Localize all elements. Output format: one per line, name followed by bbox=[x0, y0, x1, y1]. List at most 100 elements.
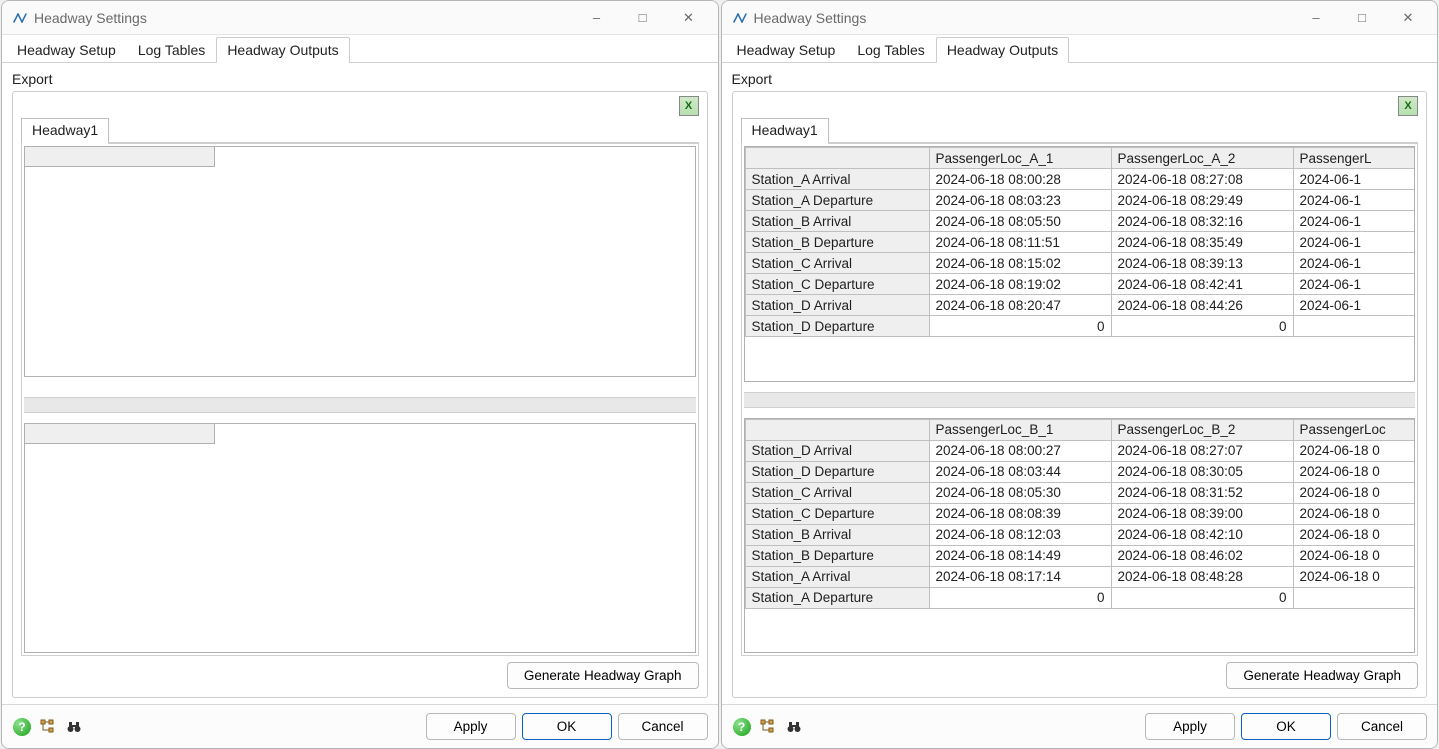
table-row[interactable]: Station_C Arrival2024-06-18 08:05:302024… bbox=[745, 482, 1415, 503]
footer: ? Apply OK Cancel bbox=[722, 704, 1438, 748]
row-header: Station_D Arrival bbox=[745, 440, 929, 461]
close-button[interactable]: ✕ bbox=[666, 2, 712, 34]
tree-icon[interactable] bbox=[38, 717, 58, 737]
empty-grid-bottom[interactable] bbox=[24, 423, 696, 654]
close-button[interactable]: ✕ bbox=[1385, 2, 1431, 34]
column-header[interactable]: PassengerLoc_A_2 bbox=[1111, 148, 1293, 169]
empty-header-cell bbox=[25, 147, 215, 167]
window-1: Headway Settings – □ ✕Headway SetupLog T… bbox=[721, 0, 1439, 749]
cell: 2024-06-18 08:27:07 bbox=[1111, 440, 1293, 461]
tab-log-tables[interactable]: Log Tables bbox=[846, 37, 935, 62]
cell: 2024-06-18 08:12:03 bbox=[929, 524, 1111, 545]
apply-button[interactable]: Apply bbox=[1145, 713, 1235, 740]
cancel-button[interactable]: Cancel bbox=[618, 713, 708, 740]
table-row[interactable]: Station_B Arrival2024-06-18 08:05:502024… bbox=[745, 211, 1415, 232]
cell: 2024-06-18 08:08:39 bbox=[929, 503, 1111, 524]
sub-tab-headway1[interactable]: Headway1 bbox=[21, 118, 109, 142]
generate-row: Generate Headway Graph bbox=[741, 656, 1419, 689]
generate-row: Generate Headway Graph bbox=[21, 656, 699, 689]
row-header: Station_B Arrival bbox=[745, 524, 929, 545]
help-icon[interactable]: ? bbox=[12, 717, 32, 737]
column-header[interactable]: PassengerLoc bbox=[1293, 419, 1415, 440]
table-scroll-1[interactable]: PassengerLoc_B_1PassengerLoc_B_2Passenge… bbox=[744, 418, 1416, 654]
tabstrip: Headway SetupLog TablesHeadway Outputs bbox=[2, 35, 718, 63]
maximize-button[interactable]: □ bbox=[1339, 2, 1385, 34]
column-header[interactable]: PassengerL bbox=[1293, 148, 1415, 169]
apply-button[interactable]: Apply bbox=[426, 713, 516, 740]
cell: 2024-06-18 08:46:02 bbox=[1111, 545, 1293, 566]
table-row[interactable]: Station_A Arrival2024-06-18 08:00:282024… bbox=[745, 169, 1415, 190]
cell: 2024-06-18 08:19:02 bbox=[929, 274, 1111, 295]
table-row[interactable]: Station_B Departure2024-06-18 08:14:4920… bbox=[745, 545, 1415, 566]
window-title: Headway Settings bbox=[754, 10, 1294, 26]
tab-headway-setup[interactable]: Headway Setup bbox=[726, 37, 847, 62]
app-icon bbox=[732, 10, 748, 26]
row-header: Station_A Departure bbox=[745, 587, 929, 608]
table-scroll-0[interactable]: PassengerLoc_A_1PassengerLoc_A_2Passenge… bbox=[744, 146, 1416, 382]
help-icon[interactable]: ? bbox=[732, 717, 752, 737]
table-row[interactable]: Station_C Departure2024-06-18 08:08:3920… bbox=[745, 503, 1415, 524]
table-row[interactable]: Station_D Arrival2024-06-18 08:20:47 2024… bbox=[745, 295, 1415, 316]
window-0: Headway Settings – □ ✕Headway SetupLog T… bbox=[1, 0, 719, 749]
ok-button[interactable]: OK bbox=[522, 713, 612, 740]
export-area: X Headway1 PassengerLoc_A_1PassengerLoc_A_… bbox=[732, 91, 1428, 698]
generate-headway-graph-button[interactable]: Generate Headway Graph bbox=[1226, 662, 1418, 689]
cancel-button[interactable]: Cancel bbox=[1337, 713, 1427, 740]
tables-area bbox=[21, 144, 699, 656]
tab-headway-outputs[interactable]: Headway Outputs bbox=[216, 37, 349, 62]
cell: 2024-06-18 08:27:08 bbox=[1111, 169, 1293, 190]
window-title: Headway Settings bbox=[34, 10, 574, 26]
empty-header-cell bbox=[25, 424, 215, 444]
tab-log-tables[interactable]: Log Tables bbox=[127, 37, 216, 62]
row-header: Station_B Departure bbox=[745, 232, 929, 253]
tabstrip: Headway SetupLog TablesHeadway Outputs bbox=[722, 35, 1438, 63]
sub-tabbar: Headway1 bbox=[741, 118, 1419, 144]
table-row[interactable]: Station_D Departure2024-06-18 08:03:4420… bbox=[745, 461, 1415, 482]
divider[interactable] bbox=[24, 397, 696, 413]
table-row[interactable]: Station_A Arrival2024-06-18 08:17:142024… bbox=[745, 566, 1415, 587]
minimize-button[interactable]: – bbox=[1293, 2, 1339, 34]
cell: 2024-06-18 0 bbox=[1293, 545, 1415, 566]
cell: 2024-06-18 08:20:47 bbox=[929, 295, 1111, 316]
column-header[interactable]: PassengerLoc_A_1 bbox=[929, 148, 1111, 169]
table-row[interactable]: Station_D Departure00 bbox=[745, 316, 1415, 337]
cell: 2024-06-1 bbox=[1293, 295, 1415, 316]
generate-headway-graph-button[interactable]: Generate Headway Graph bbox=[507, 662, 699, 689]
cell: 2024-06-18 08:05:30 bbox=[929, 482, 1111, 503]
row-header: Station_D Arrival bbox=[745, 295, 929, 316]
row-header: Station_C Departure bbox=[745, 503, 929, 524]
footer: ? Apply OK Cancel bbox=[2, 704, 718, 748]
column-header[interactable]: PassengerLoc_B_2 bbox=[1111, 419, 1293, 440]
empty-grid-top[interactable] bbox=[24, 146, 696, 377]
table-row[interactable]: Station_D Arrival2024-06-18 08:00:272024… bbox=[745, 440, 1415, 461]
table-row[interactable]: Station_B Arrival2024-06-18 08:12:032024… bbox=[745, 524, 1415, 545]
binoculars-icon[interactable] bbox=[64, 717, 84, 737]
cell: 2024-06-18 0 bbox=[1293, 503, 1415, 524]
sub-tabbar: Headway1 bbox=[21, 118, 699, 144]
tab-headway-setup[interactable]: Headway Setup bbox=[6, 37, 127, 62]
cell bbox=[1293, 587, 1415, 608]
cell: 2024-06-18 0 bbox=[1293, 461, 1415, 482]
section-title: Export bbox=[732, 71, 1428, 87]
table-row[interactable]: Station_B Departure2024-06-18 08:11:5120… bbox=[745, 232, 1415, 253]
cell: 2024-06-18 0 bbox=[1293, 482, 1415, 503]
column-header[interactable]: PassengerLoc_B_1 bbox=[929, 419, 1111, 440]
cell: 0 bbox=[1111, 587, 1293, 608]
divider[interactable] bbox=[744, 392, 1416, 408]
cell: 2024-06-18 08:03:44 bbox=[929, 461, 1111, 482]
cell: 2024-06-18 08:39:00 bbox=[1111, 503, 1293, 524]
row-header: Station_C Arrival bbox=[745, 253, 929, 274]
table-row[interactable]: Station_C Arrival2024-06-18 08:15:022024… bbox=[745, 253, 1415, 274]
export-excel-button[interactable]: X bbox=[1398, 96, 1418, 116]
tab-headway-outputs[interactable]: Headway Outputs bbox=[936, 37, 1069, 62]
table-row[interactable]: Station_A Departure00 bbox=[745, 587, 1415, 608]
export-excel-button[interactable]: X bbox=[679, 96, 699, 116]
table-row[interactable]: Station_C Departure2024-06-18 08:19:0220… bbox=[745, 274, 1415, 295]
table-row[interactable]: Station_A Departure2024-06-18 08:03:2320… bbox=[745, 190, 1415, 211]
minimize-button[interactable]: – bbox=[574, 2, 620, 34]
tree-icon[interactable] bbox=[758, 717, 778, 737]
maximize-button[interactable]: □ bbox=[620, 2, 666, 34]
sub-tab-headway1[interactable]: Headway1 bbox=[741, 118, 829, 142]
ok-button[interactable]: OK bbox=[1241, 713, 1331, 740]
binoculars-icon[interactable] bbox=[784, 717, 804, 737]
